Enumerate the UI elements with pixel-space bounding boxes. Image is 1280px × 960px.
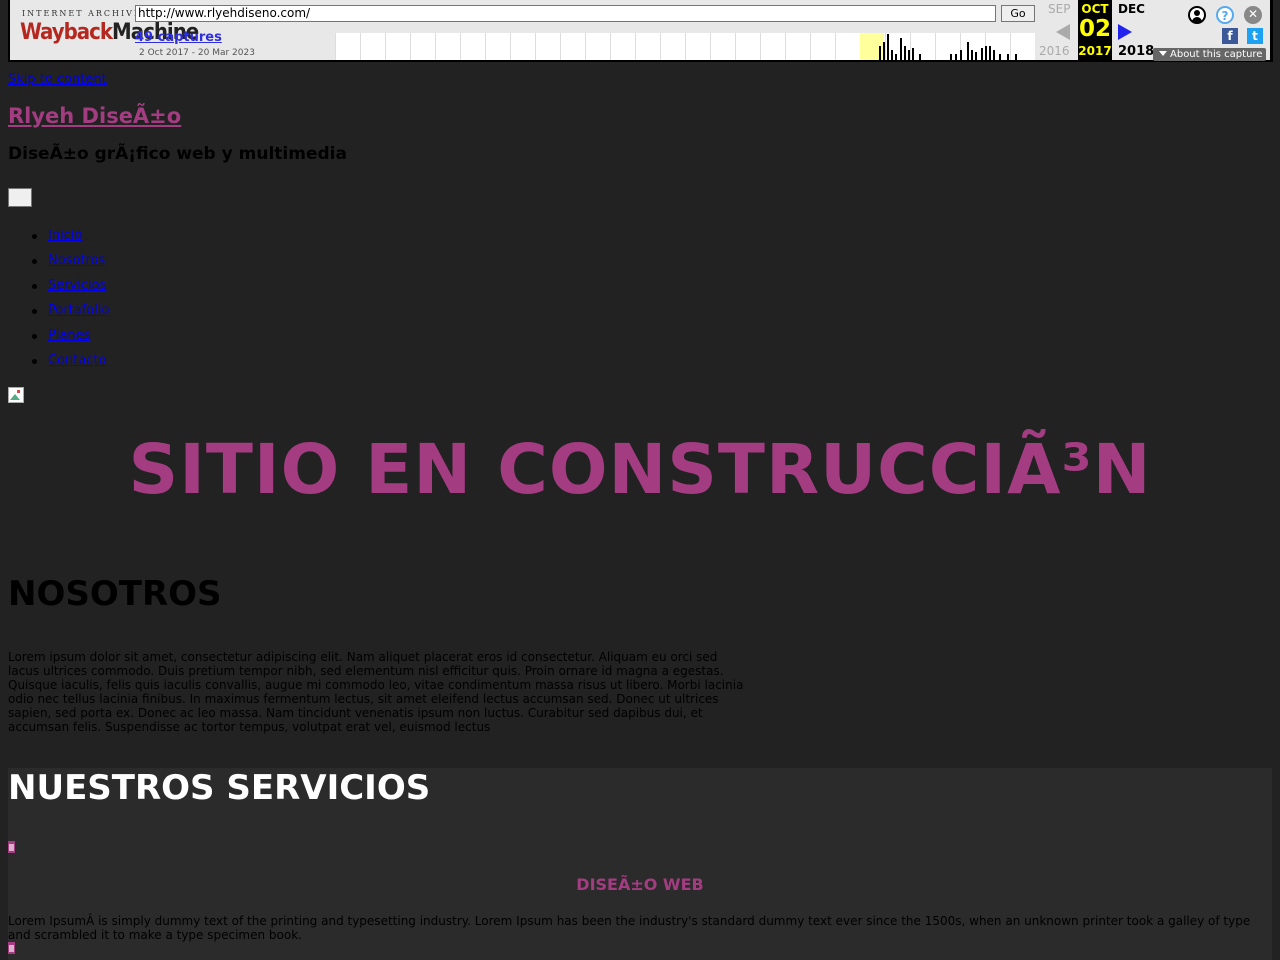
sparkline-cell [435,33,459,60]
current-month: OCT [1081,2,1109,16]
main-nav: Inicio Nosotros Servicios Portafolio Pla… [31,228,109,378]
sparkline-bar [955,54,957,60]
sparkline-cell [635,33,659,60]
broken-image-icon [8,387,24,403]
next-month-label[interactable]: DEC [1118,2,1145,16]
nav-item-inicio[interactable]: Inicio [31,228,109,253]
wayback-logo[interactable]: INTERNET ARCHIVE WaybackMachine [16,6,199,52]
service-icon [8,942,15,954]
go-button[interactable]: Go [1001,5,1035,22]
sparkline-cell [735,33,759,60]
next-year-label[interactable]: 2018 [1118,44,1154,59]
sparkline-cell [835,33,859,60]
sparkline-bar [971,50,973,60]
skip-to-content-link[interactable]: Skip to content [8,72,107,87]
captures-link[interactable]: 49 captures [135,30,222,45]
sparkline-cell [460,33,484,60]
wayback-toolbar-inner: INTERNET ARCHIVE WaybackMachine http://w… [10,0,1270,60]
sparkline-bar [1007,54,1009,60]
sparkline-cell [360,33,384,60]
current-capture-date: OCT 02 2017 [1078,0,1112,60]
sparkline-cell [710,33,734,60]
sparkline-cell [785,33,809,60]
sparkline-cell [335,33,359,60]
nav-item-portafolio[interactable]: Portafolio [31,303,109,328]
sparkline-cell [560,33,584,60]
sparkline-cell [610,33,634,60]
menu-toggle-button[interactable] [8,188,32,207]
prev-month-label[interactable]: SEP [1048,2,1070,16]
nav-item-servicios[interactable]: Servicios [31,278,109,303]
sparkline-bar [900,38,902,60]
sparkline-bar [950,54,952,60]
sparkline-bar [895,54,897,60]
user-icon[interactable] [1188,6,1206,24]
current-year: 2017 [1078,44,1112,58]
sparkline-cell [810,33,834,60]
sparkline-cell [685,33,709,60]
site-title[interactable]: Rlyeh DiseÃ±o [8,104,181,128]
nav-item-nosotros[interactable]: Nosotros [31,253,109,278]
sparkline-bar [999,54,1001,60]
sparkline-bar [908,50,910,60]
sparkline-bar [919,54,921,60]
close-icon[interactable]: ✕ [1244,6,1262,24]
nav-item-planes[interactable]: Planes [31,328,109,353]
nav-item-contacto[interactable]: Contacto [31,353,109,378]
services-heading: NUESTROS SERVICIOS [8,768,431,808]
sparkline-bar [912,48,914,60]
prev-year-label[interactable]: 2016 [1039,44,1070,58]
sparkline-bar [981,48,983,60]
help-icon[interactable]: ? [1216,6,1234,24]
chevron-down-icon [1159,51,1167,56]
capture-sparkline[interactable] [335,33,1035,60]
service-icon [8,841,15,853]
sparkline-bar [887,34,889,60]
about-capture-button[interactable]: About this capture [1153,48,1266,61]
sparkline-bar [891,50,893,60]
sparkline-bar [989,46,991,60]
about-text: Lorem ipsum dolor sit amet, consectetur … [8,650,744,734]
sparkline-cell [410,33,434,60]
about-heading: NOSOTROS [8,574,222,614]
url-input[interactable]: http://www.rlyehdiseno.com/ [135,5,996,22]
sparkline-bar [975,52,977,60]
hero-title: SITIO EN CONSTRUCCIÃ³N [128,430,1152,510]
sparkline-bar [993,50,995,60]
prev-capture-arrow-icon[interactable] [1056,24,1070,40]
sparkline-cell [1010,33,1034,60]
service-title: DISEÃ±O WEB [576,875,704,894]
wayback-toolbar: INTERNET ARCHIVE WaybackMachine http://w… [8,0,1273,62]
site-description: DiseÃ±o grÃ¡fico web y multimedia [8,144,347,164]
sparkline-cell [535,33,559,60]
next-capture-arrow-icon[interactable] [1118,24,1132,40]
sparkline-bar [883,42,885,60]
captures-range: 2 Oct 2017 - 20 Mar 2023 [139,48,255,58]
twitter-icon[interactable]: t [1247,28,1263,44]
sparkline-bar [1015,54,1017,60]
current-day: 02 [1078,16,1111,42]
sparkline-cell [660,33,684,60]
logo-internet-archive: INTERNET ARCHIVE [22,9,142,18]
sparkline-bar [960,50,962,60]
services-section: NUESTROS SERVICIOS DISEÃ±O WEB Lorem Ips… [8,768,1272,960]
sparkline-bar [985,46,987,60]
sparkline-cell [485,33,509,60]
sparkline-bar [879,46,881,60]
sparkline-bar [967,42,969,60]
sparkline-cell [760,33,784,60]
sparkline-bar [904,46,906,60]
facebook-icon[interactable]: f [1222,28,1238,44]
service-text: Lorem IpsumÂ is simply dummy text of the… [8,914,1251,942]
sparkline-cell [510,33,534,60]
sparkline-cell [585,33,609,60]
sparkline-cell [385,33,409,60]
